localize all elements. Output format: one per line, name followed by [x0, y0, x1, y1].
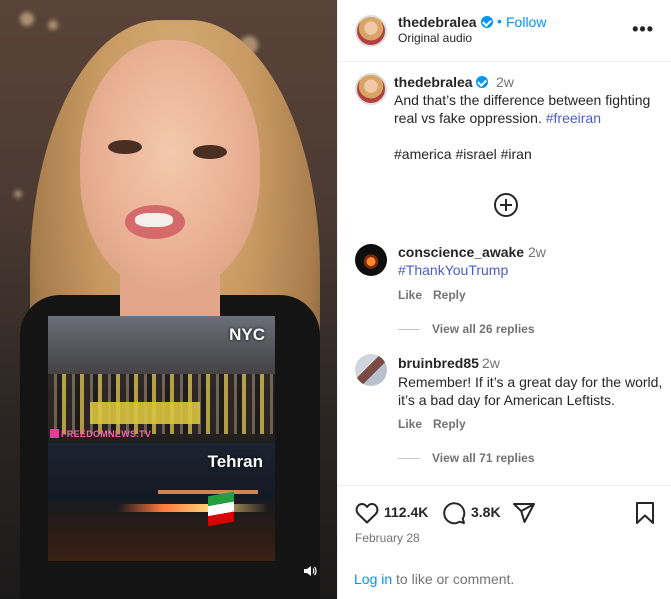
replies-divider [398, 329, 420, 330]
hashtag-link[interactable]: #freeiran [546, 110, 601, 126]
follow-button[interactable]: Follow [506, 14, 546, 30]
author-username[interactable]: thedebralea [398, 14, 477, 30]
tehran-lights [118, 504, 268, 512]
login-suffix: to like or comment. [392, 571, 515, 587]
tehran-lights [158, 490, 258, 494]
background-light [48, 20, 58, 30]
comment-icon[interactable] [442, 501, 466, 528]
verified-badge-icon [476, 76, 488, 88]
tehran-label: Tehran [207, 452, 263, 471]
iran-flag [208, 491, 234, 527]
login-link[interactable]: Log in [354, 571, 392, 587]
reel-video[interactable]: NYC FREEDOMNEWS.TV Tehran [0, 0, 337, 599]
reply-link[interactable]: Reply [433, 417, 466, 431]
caption-text: And that’s the difference between fighti… [394, 91, 664, 127]
caption-username[interactable]: thedebralea [394, 74, 473, 90]
verified-badge-icon [481, 16, 493, 28]
audio-link[interactable]: Original audio [398, 31, 472, 45]
comment-username[interactable]: bruinbred85 [398, 355, 479, 371]
comments-count[interactable]: 3.8K [471, 504, 501, 520]
comment-username[interactable]: conscience_awake [398, 244, 524, 260]
comment-age: 2w [528, 244, 546, 260]
bookmark-icon[interactable] [635, 501, 655, 528]
avatar[interactable] [355, 73, 387, 105]
like-link[interactable]: Like [398, 288, 422, 302]
view-replies-link[interactable]: View all 26 replies [432, 322, 535, 336]
like-link[interactable]: Like [398, 417, 422, 431]
nyc-banner [90, 402, 200, 424]
caption-body: And that’s the difference between fighti… [394, 92, 651, 126]
caption-age: 2w [496, 74, 514, 90]
post-actions: 112.4K 3.8K February 28 Log in to like o… [338, 485, 671, 599]
separator-dot: • [497, 13, 502, 29]
comment-text[interactable]: #ThankYouTrump [398, 262, 508, 278]
share-icon[interactable] [512, 501, 536, 528]
watermark: FREEDOMNEWS.TV [50, 429, 151, 439]
sound-icon[interactable] [299, 563, 321, 585]
video-inset: NYC FREEDOMNEWS.TV Tehran [48, 316, 275, 561]
person-eye [193, 145, 227, 159]
person-face [80, 40, 260, 290]
more-options-icon[interactable]: ••• [632, 20, 654, 38]
person-teeth [135, 213, 173, 227]
view-replies-link[interactable]: View all 71 replies [432, 451, 535, 465]
comment-age: 2w [482, 355, 500, 371]
comment-text: Remember! If it’s a great day for the wo… [398, 374, 663, 408]
avatar[interactable] [355, 244, 387, 276]
person-eye [108, 140, 142, 154]
login-prompt: Log in to like or comment. [354, 571, 514, 587]
likes-count[interactable]: 112.4K [384, 504, 428, 520]
nyc-label: NYC [229, 325, 265, 344]
post-date: February 28 [355, 531, 420, 545]
heart-icon[interactable] [355, 502, 379, 527]
caption-hashtags[interactable]: #america #israel #iran [394, 145, 664, 163]
comments-list[interactable]: thedebralea 2w And that’s the difference… [338, 63, 671, 485]
background-light [14, 190, 22, 198]
add-comment-icon[interactable] [494, 193, 518, 217]
post-panel: thedebralea • Follow Original audio ••• … [337, 0, 671, 599]
avatar[interactable] [355, 354, 387, 386]
avatar[interactable] [355, 15, 387, 47]
post-header: thedebralea • Follow Original audio ••• [338, 0, 671, 62]
background-light [20, 12, 34, 26]
reply-link[interactable]: Reply [433, 288, 466, 302]
replies-divider [398, 458, 420, 459]
